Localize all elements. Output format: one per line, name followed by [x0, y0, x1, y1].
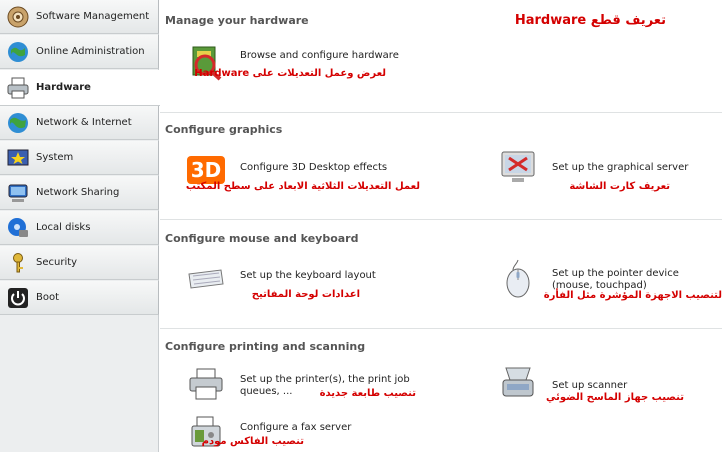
keyboard-icon: [186, 258, 226, 298]
sidebar-item-label: Security: [36, 257, 78, 268]
section-title-printing-scanning: Configure printing and scanning: [165, 340, 366, 353]
sidebar-item-label: System: [36, 152, 74, 163]
section-title-graphics: Configure graphics: [165, 123, 283, 136]
sidebar-item-label: Boot: [36, 292, 60, 303]
system-star-icon: [6, 146, 30, 170]
sidebar-item-network-sharing[interactable]: Network Sharing: [0, 176, 159, 210]
main-panel: Manage your hardware تعريف قطع Hardware …: [160, 0, 722, 452]
fax-server-label: Configure a fax server: [240, 422, 352, 433]
sidebar-item-hardware[interactable]: Hardware: [0, 70, 160, 106]
software-management-icon: [6, 5, 30, 29]
local-disks-icon: [6, 216, 30, 240]
printer-icon: [186, 364, 226, 404]
sidebar-item-label: Software Management: [36, 11, 150, 22]
boot-power-icon: [6, 286, 30, 310]
sidebar-item-label: Online Administration: [36, 46, 145, 57]
header-annotation: تعريف قطع Hardware: [514, 13, 666, 28]
printer-setup-label-line1: Set up the printer(s), the print job: [240, 374, 410, 385]
scanner-setup-label: Set up scanner: [552, 380, 628, 391]
security-key-icon: [6, 251, 30, 275]
sidebar-item-label: Network & Internet: [36, 117, 132, 128]
section-title-mouse-keyboard: Configure mouse and keyboard: [165, 232, 359, 245]
configure-3d-desktop-annotation: لعمل التعديلات الثلاثية الابعاد على سطح …: [185, 181, 420, 192]
sidebar-item-software-management[interactable]: Software Management: [0, 0, 159, 34]
pointer-device-label: Set up the pointer device (mouse, touchp…: [552, 268, 679, 291]
sidebar-item-security[interactable]: Security: [0, 246, 159, 280]
sidebar-item-label: Network Sharing: [36, 187, 120, 198]
sidebar-item-local-disks[interactable]: Local disks: [0, 211, 159, 245]
scanner-setup-annotation: تنصيب جهاز الماسح الضوئي: [546, 392, 684, 403]
section-divider: [160, 112, 722, 113]
fax-server-annotation: تنصيب الفاكس مودم: [201, 436, 304, 447]
page-title: Manage your hardware: [165, 14, 309, 27]
scanner-icon: [498, 362, 538, 402]
network-sharing-icon: [6, 181, 30, 205]
hardware-printer-icon: [6, 76, 30, 100]
globe-icon: [6, 111, 30, 135]
sidebar: Software Management Online Administratio…: [0, 0, 160, 452]
sidebar-item-boot[interactable]: Boot: [0, 281, 159, 315]
graphical-server-label: Set up the graphical server: [552, 162, 689, 173]
keyboard-layout-annotation: اعدادات لوحة المفاتيح: [251, 289, 360, 300]
sidebar-item-network-internet[interactable]: Network & Internet: [0, 106, 159, 140]
pointer-device-annotation: لتنصيب الاجهزة المؤشرة مثل الفأرة: [543, 290, 722, 301]
configure-3d-desktop-label: Configure 3D Desktop effects: [240, 162, 388, 173]
section-divider: [160, 328, 722, 329]
browse-hardware-label: Browse and configure hardware: [240, 50, 399, 61]
sidebar-item-label: Local disks: [36, 222, 91, 233]
printer-setup-annotation: تنصيب طابعة جديدة: [319, 388, 416, 399]
graphical-server-annotation: تعريف كارت الشاشة: [569, 181, 670, 192]
mouse-icon: [498, 258, 538, 298]
browse-hardware-annotation: لعرض وعمل التعديلات على Hardware: [194, 68, 386, 79]
sidebar-item-label: Hardware: [36, 82, 91, 93]
graphical-server-icon: [498, 148, 538, 188]
sidebar-item-online-administration[interactable]: Online Administration: [0, 35, 159, 69]
keyboard-layout-label: Set up the keyboard layout: [240, 270, 376, 281]
section-divider: [160, 219, 722, 220]
online-administration-icon: [6, 40, 30, 64]
sidebar-item-system[interactable]: System: [0, 141, 159, 175]
